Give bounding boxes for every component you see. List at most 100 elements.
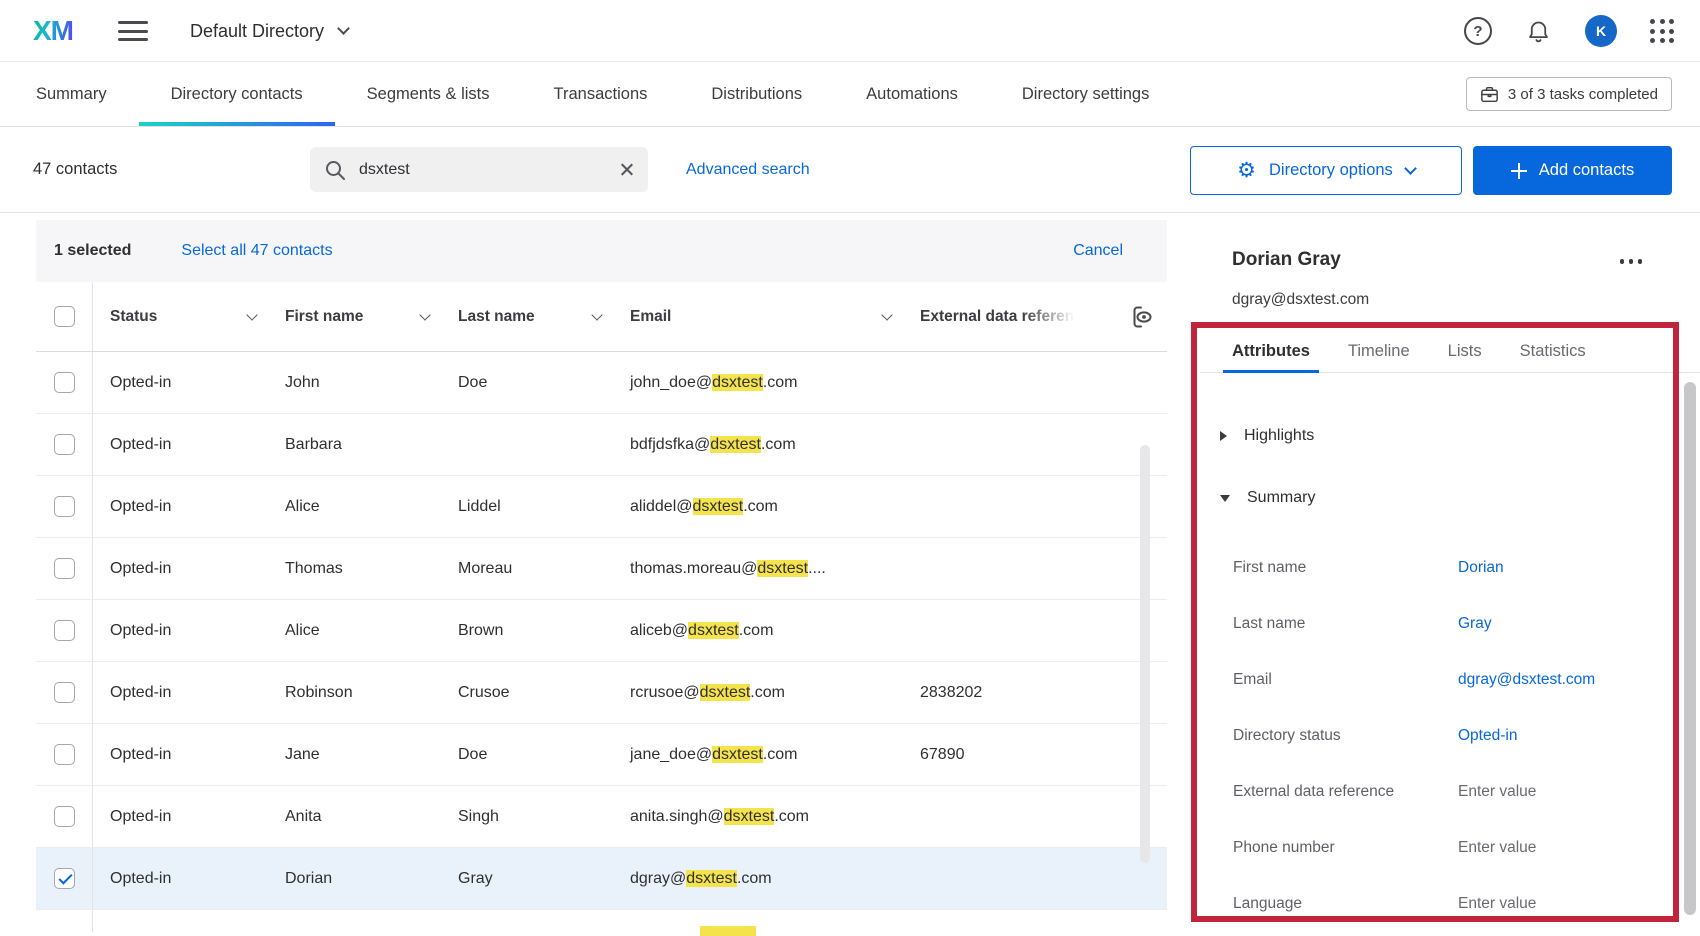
select-all-checkbox[interactable] — [53, 306, 75, 327]
attribute-fields: First name Dorian Last name Gray Email d… — [1200, 540, 1700, 932]
table-scrollbar[interactable] — [1140, 445, 1150, 863]
chevron-down-icon — [881, 309, 893, 321]
table-row[interactable]: Opted-in Alice Liddel aliddel@dsxtest.co… — [36, 476, 1167, 538]
tasks-completed-button[interactable]: 3 of 3 tasks completed — [1465, 77, 1672, 111]
chevron-down-icon — [419, 309, 431, 321]
chevron-down-icon — [337, 22, 350, 35]
cell-status: Opted-in — [110, 807, 172, 825]
field-value-link[interactable]: Dorian — [1458, 559, 1700, 577]
table-row[interactable]: Opted-in Alice Brown aliceb@dsxtest.com — [36, 600, 1167, 662]
column-header-external-data-reference[interactable]: External data reference — [903, 304, 1167, 330]
directory-selector-label: Default Directory — [190, 20, 325, 41]
panel-tab-attributes[interactable]: Attributes — [1223, 331, 1319, 373]
search-box[interactable] — [310, 147, 648, 192]
directory-options-label: Directory options — [1269, 161, 1393, 179]
search-highlight: dsxtest — [723, 807, 775, 825]
field-value-placeholder[interactable]: Enter value — [1458, 783, 1700, 801]
cell-status: Opted-in — [110, 559, 172, 577]
directory-options-button[interactable]: ⚙ Directory options — [1190, 146, 1462, 195]
app-grid-icon[interactable] — [1650, 19, 1674, 43]
cell-status: Opted-in — [110, 683, 172, 701]
column-header-status[interactable]: Status — [93, 308, 268, 326]
cell-last-name: Doe — [458, 373, 488, 391]
tab-directory-settings[interactable]: Directory settings — [990, 62, 1181, 126]
row-checkbox[interactable] — [53, 372, 75, 393]
column-header-email[interactable]: Email — [613, 308, 903, 326]
field-value-link[interactable]: Opted-in — [1458, 727, 1700, 745]
search-highlight: dsxtest — [712, 373, 763, 391]
add-contacts-button[interactable]: Add contacts — [1473, 146, 1672, 195]
cell-last-name: Moreau — [458, 559, 513, 577]
table-row[interactable]: Opted-in Robinson Crusoe rcrusoe@dsxtest… — [36, 662, 1167, 724]
help-icon[interactable]: ? — [1464, 17, 1492, 45]
table-row[interactable]: Opted-in Thomas Moreau thomas.moreau@dsx… — [36, 538, 1167, 600]
summary-label: Summary — [1247, 489, 1316, 506]
cell-status: Opted-in — [110, 869, 172, 887]
cell-email: dgray@dsxtest.com — [630, 869, 772, 887]
panel-tab-lists[interactable]: Lists — [1439, 331, 1491, 372]
row-checkbox[interactable] — [53, 806, 75, 827]
search-icon — [324, 159, 346, 181]
tab-segments-lists[interactable]: Segments & lists — [335, 62, 522, 126]
cell-first-name: Thomas — [285, 559, 343, 577]
search-highlight: dsxtest — [688, 621, 739, 639]
row-checkbox[interactable] — [53, 558, 75, 579]
cell-external-data-reference: 2838202 — [920, 683, 983, 701]
row-checkbox[interactable] — [53, 434, 75, 455]
row-checkbox-checked[interactable] — [53, 868, 75, 889]
nav-bar: Summary Directory contacts Segments & li… — [0, 62, 1700, 127]
cancel-link[interactable]: Cancel — [1073, 242, 1123, 260]
tab-automations[interactable]: Automations — [834, 62, 990, 126]
column-header-first-name[interactable]: First name — [268, 308, 441, 326]
row-checkbox[interactable] — [53, 682, 75, 703]
directory-selector[interactable]: Default Directory — [190, 0, 350, 62]
table-row[interactable]: Opted-in John Doe john_doe@dsxtest.com — [36, 352, 1167, 414]
table-row-selected[interactable]: Opted-in Dorian Gray dgray@dsxtest.com — [36, 848, 1167, 910]
field-value-link[interactable]: dgray@dsxtest.com — [1458, 671, 1700, 689]
tab-summary[interactable]: Summary — [4, 62, 139, 126]
tab-distributions[interactable]: Distributions — [679, 62, 834, 126]
top-bar: XM Default Directory ? K — [0, 0, 1700, 62]
field-directory-status: Directory status Opted-in — [1200, 708, 1700, 764]
table-row[interactable]: Opted-in Anita Singh anita.singh@dsxtest… — [36, 786, 1167, 848]
contact-email-subtitle: dgray@dsxtest.com — [1232, 291, 1370, 308]
table-row[interactable]: Opted-in Jane Doe jane_doe@dsxtest.com 6… — [36, 724, 1167, 786]
cell-status: Opted-in — [110, 497, 172, 515]
cell-first-name: Dorian — [285, 869, 333, 887]
more-options-icon[interactable] — [1619, 259, 1642, 264]
user-avatar[interactable]: K — [1585, 15, 1617, 47]
panel-tab-timeline[interactable]: Timeline — [1339, 331, 1419, 372]
highlights-section-toggle[interactable]: Highlights — [1220, 427, 1314, 445]
table-row[interactable]: Opted-in Barbara bdfjdsfka@dsxtest.com — [36, 414, 1167, 476]
cell-last-name: Doe — [458, 745, 488, 763]
summary-section-toggle[interactable]: Summary — [1220, 489, 1315, 507]
cell-email: jane_doe@dsxtest.com — [630, 745, 798, 763]
row-checkbox[interactable] — [53, 744, 75, 765]
cell-first-name: Barbara — [285, 435, 342, 453]
cell-first-name: Alice — [285, 621, 320, 639]
search-highlight — [700, 926, 756, 936]
tab-transactions[interactable]: Transactions — [522, 62, 680, 126]
field-value-placeholder[interactable]: Enter value — [1458, 839, 1700, 857]
advanced-search-link[interactable]: Advanced search — [686, 127, 810, 212]
contacts-table: 1 selected Select all 47 contacts Cancel… — [36, 220, 1167, 936]
hamburger-menu-icon[interactable] — [118, 21, 148, 41]
field-value-placeholder[interactable]: Enter value — [1458, 895, 1700, 913]
notifications-bell-icon[interactable] — [1525, 18, 1552, 45]
clear-search-icon[interactable] — [619, 162, 634, 177]
search-highlight: dsxtest — [712, 745, 763, 763]
search-highlight: dsxtest — [686, 869, 737, 887]
tab-directory-contacts[interactable]: Directory contacts — [138, 62, 335, 126]
search-highlight: dsxtest — [757, 559, 809, 577]
panel-tab-statistics[interactable]: Statistics — [1511, 331, 1595, 372]
search-input[interactable] — [359, 160, 606, 179]
column-header-last-name[interactable]: Last name — [441, 308, 613, 326]
select-all-link[interactable]: Select all 47 contacts — [181, 242, 332, 260]
cell-email: thomas.moreau@dsxtest.... — [630, 559, 826, 577]
column-visibility-icon[interactable] — [1129, 304, 1155, 330]
row-checkbox[interactable] — [53, 496, 75, 517]
triangle-down-icon — [1220, 494, 1230, 502]
row-checkbox[interactable] — [53, 620, 75, 641]
panel-scrollbar[interactable] — [1684, 382, 1696, 915]
field-value-link[interactable]: Gray — [1458, 615, 1700, 633]
